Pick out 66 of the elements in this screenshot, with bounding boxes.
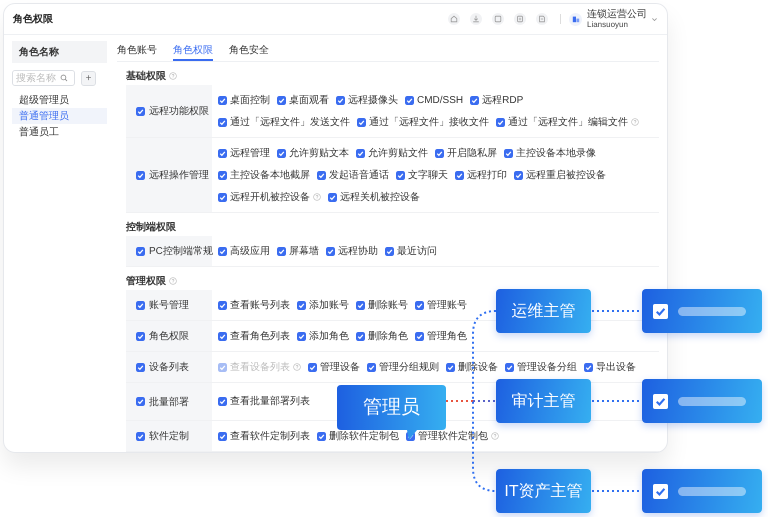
permission-label: 发起语音通话	[329, 168, 389, 182]
permission-label: 管理设备	[320, 361, 360, 374]
group-label: PC控制端常规	[149, 244, 213, 258]
permission-label: CMD/SSH	[417, 94, 464, 106]
permission-label: 远程RDP	[482, 94, 524, 107]
role-node: 运维主管	[496, 289, 591, 333]
role-node: 审计主管	[496, 379, 591, 423]
permission-label: 远程摄像头	[348, 94, 398, 107]
permission-label: 允许剪贴文本	[289, 146, 349, 160]
group-label: 远程操作管理	[149, 169, 209, 182]
permission-label: 删除角色	[368, 330, 408, 343]
group-label: 角色权限	[149, 330, 189, 343]
permission-label: 桌面控制	[230, 94, 270, 107]
permission-label: 远程关机被控设备	[340, 190, 420, 204]
permission-label: 远程管理	[230, 147, 270, 160]
permission-label: 管理分组规则	[379, 361, 439, 374]
permission-label: 开启隐私屏	[447, 146, 497, 160]
permission-label: 添加账号	[309, 298, 349, 312]
permission-label: 管理账号	[427, 298, 467, 312]
permission-label: 查看批量部署列表	[230, 394, 310, 408]
permission-label: 管理角色	[427, 330, 467, 343]
company-subtitle: Liansuoyun	[587, 20, 629, 30]
permission-label: 通过「远程文件」发送文件	[230, 116, 350, 129]
group-label: 设备列表	[149, 360, 189, 374]
add-button[interactable]: +	[81, 70, 96, 86]
group-label: 批量部署	[149, 396, 189, 408]
group-label: 远程功能权限	[149, 104, 209, 118]
group-label: 软件定制	[149, 430, 189, 443]
section-title: 控制端权限	[126, 220, 176, 234]
permission-label: 导出设备	[596, 360, 636, 374]
section-title: 管理权限	[126, 274, 166, 288]
sidebar-item[interactable]: 超级管理员	[12, 92, 107, 108]
tab[interactable]: 角色安全	[229, 41, 269, 61]
sidebar-header: 角色名称	[12, 41, 107, 63]
permission-label: 远程开机被控设备	[230, 190, 310, 204]
group-label: 账号管理	[149, 298, 189, 312]
permission-label: 主控设备本地录像	[516, 146, 596, 160]
tab[interactable]: 角色权限	[173, 41, 213, 61]
permission-label: 通过「远程文件」编辑文件	[508, 116, 628, 129]
permission-label: 删除账号	[368, 298, 408, 312]
permission-label: 查看角色列表	[230, 330, 290, 343]
tab[interactable]: 角色账号	[117, 41, 157, 61]
permission-label: 管理设备分组	[517, 361, 577, 374]
search-field[interactable]: 搜索名称	[12, 70, 75, 86]
permission-label: 删除软件定制包	[329, 430, 399, 443]
permission-label: 通过「远程文件」接收文件	[369, 116, 489, 129]
permission-label: 文字聊天	[408, 168, 448, 182]
permission-label: 添加角色	[309, 330, 349, 343]
permission-label: 允许剪贴文件	[368, 146, 428, 160]
permission-label: 远程打印	[467, 168, 507, 182]
window-title: 角色权限	[13, 12, 53, 26]
role-node: IT资产主管	[496, 469, 591, 513]
permission-label: 主控设备本地截屏	[230, 168, 310, 182]
permission-label: 查看账号列表	[230, 298, 290, 312]
permission-label: 桌面观看	[289, 94, 329, 107]
permission-label: 高级应用	[230, 244, 270, 258]
company-name: 连锁运营公司	[587, 8, 647, 20]
sidebar-item[interactable]: 普通员工	[12, 124, 107, 140]
permission-label: 远程协助	[338, 244, 378, 258]
permission-label: 最近访问	[397, 244, 437, 258]
permission-label: 查看设备列表	[230, 360, 290, 374]
permission-label: 查看软件定制列表	[230, 430, 310, 443]
permission-label: 屏幕墙	[289, 244, 319, 258]
section-title: 基础权限	[126, 70, 166, 82]
sidebar-item[interactable]: 普通管理员	[12, 108, 107, 124]
permission-label: 远程重启被控设备	[526, 168, 606, 182]
